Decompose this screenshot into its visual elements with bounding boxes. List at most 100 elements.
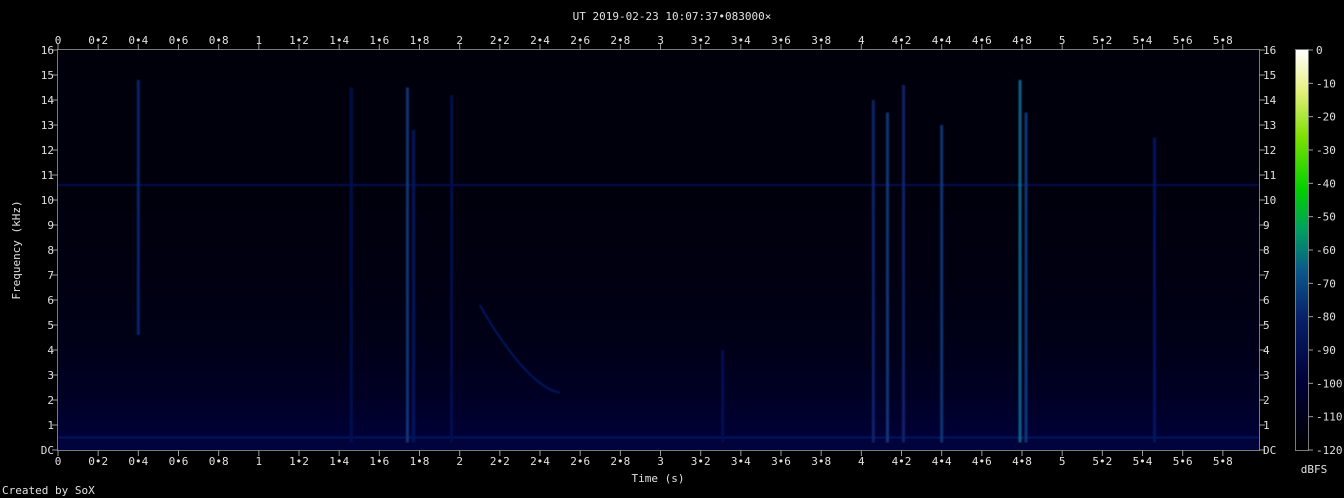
y-tick-label-left: 8 (47, 244, 54, 257)
y-tick-label-right: 2 (1263, 394, 1270, 407)
noise-band (58, 200, 1259, 210)
x-tick-label-top: 1•4 (329, 34, 349, 47)
x-tick-label-bottom: 4•2 (892, 455, 912, 468)
y-axis-left: DC12345678910111213141516 (41, 44, 58, 457)
x-tick-label-bottom: 0•4 (128, 455, 148, 468)
x-tick-label-bottom: 1•8 (410, 455, 430, 468)
y-tick-label-right: 5 (1263, 319, 1270, 332)
y-tick-label-right: 9 (1263, 219, 1270, 232)
x-tick-label-top: 0 (55, 34, 62, 47)
x-tick-label-top: 3•2 (691, 34, 711, 47)
noise-band (58, 320, 1259, 330)
y-tick-label-left: 10 (41, 194, 54, 207)
impulse-mark (721, 350, 725, 443)
impulse-mark (885, 112, 889, 443)
x-tick-label-bottom: 0•8 (209, 455, 229, 468)
x-tick-label-bottom: 5•4 (1133, 455, 1153, 468)
x-tick-label-bottom: 3•2 (691, 455, 711, 468)
noise-band (58, 340, 1259, 350)
y-tick-label-left: 16 (41, 44, 54, 57)
y-tick-label-left: 12 (41, 144, 54, 157)
impulse-mark (902, 85, 906, 443)
noise-band (58, 270, 1259, 280)
y-tick-label-right: 12 (1263, 144, 1276, 157)
y-tick-label-right: 3 (1263, 369, 1270, 382)
noise-band (58, 360, 1259, 370)
x-tick-label-bottom: 3•6 (771, 455, 791, 468)
impulse-mark (450, 95, 454, 443)
x-tick-label-top: 2 (456, 34, 463, 47)
colorbar-tick-label: -40 (1316, 177, 1336, 190)
impulse-mark (871, 100, 875, 443)
x-tick-label-top: 0•2 (88, 34, 108, 47)
y-tick-label-left: 5 (47, 319, 54, 332)
x-tick-label-top: 0•4 (128, 34, 148, 47)
noise-band (58, 120, 1259, 130)
impulse-mark (1024, 112, 1028, 443)
colorbar-tick-label: -20 (1316, 111, 1336, 124)
noise-band (58, 110, 1259, 120)
noise-band (58, 330, 1259, 340)
x-tick-label-bottom: 0•6 (169, 455, 189, 468)
noise-band (58, 130, 1259, 140)
y-tick-label-left: DC (41, 444, 54, 457)
x-tick-label-bottom: 3•8 (811, 455, 831, 468)
noise-band (58, 70, 1259, 80)
x-tick-label-bottom: 1•2 (289, 455, 309, 468)
x-axis-top: 0 0•2 0•4 0•6 0•8 1 1•2 1•4 1•6 1•8 2 2•2 2•4 2•6 2•8 3… (55, 34, 1233, 50)
x-tick-label-top: 3•6 (771, 34, 791, 47)
x-tick-label-bottom: 3 (657, 455, 664, 468)
x-tick-label-top: 0•6 (169, 34, 189, 47)
noise-band (58, 60, 1259, 70)
x-tick-label-top: 1•6 (369, 34, 389, 47)
x-tick-label-top: 2•6 (570, 34, 590, 47)
x-tick-label-top: 4•2 (892, 34, 912, 47)
y-tick-label-right: 8 (1263, 244, 1270, 257)
impulse-mark (940, 125, 944, 443)
x-tick-label-bottom: 4 (858, 455, 865, 468)
y-tick-label-left: 4 (47, 344, 54, 357)
y-tick-label-right: DC (1263, 444, 1276, 457)
x-tick-label-top: 4 (858, 34, 865, 47)
noise-band (58, 400, 1259, 410)
noise-band (58, 140, 1259, 150)
colorbar-tick-label: -50 (1316, 211, 1336, 224)
noise-band (58, 410, 1259, 420)
noise-background (58, 50, 1259, 450)
noise-band (58, 170, 1259, 180)
x-tick-label-top: 5•4 (1133, 34, 1153, 47)
noise-band (58, 290, 1259, 300)
x-tick-label-top: 4•6 (972, 34, 992, 47)
y-tick-label-right: 7 (1263, 269, 1270, 282)
y-tick-label-right: 15 (1263, 69, 1276, 82)
x-tick-label-top: 0•8 (209, 34, 229, 47)
colorbar-tick-label: -80 (1316, 311, 1336, 324)
x-tick-label-bottom: 3•4 (731, 455, 751, 468)
y-tick-label-right: 6 (1263, 294, 1270, 307)
x-axis-label: Time (s) (632, 472, 685, 485)
y-tick-label-right: 4 (1263, 344, 1270, 357)
noise-band (58, 210, 1259, 220)
credit-text: Created by SoX (2, 484, 95, 497)
x-axis-bottom: 0 0•2 0•4 0•6 0•8 1 1•2 1•4 1•6 1•8 2 2•2 2•4 2•6 2•8 3… (55, 450, 1233, 468)
impulse-mark (411, 130, 415, 443)
x-tick-label-bottom: 2•2 (490, 455, 510, 468)
colorbar (1296, 50, 1308, 450)
noise-band (58, 50, 1259, 60)
noise-band (58, 240, 1259, 250)
x-tick-label-bottom: 2•6 (570, 455, 590, 468)
y-tick-label-left: 13 (41, 119, 54, 132)
colorbar-tick-label: -90 (1316, 344, 1336, 357)
noise-band (58, 90, 1259, 100)
y-tick-label-left: 3 (47, 369, 54, 382)
y-tick-label-right: 13 (1263, 119, 1276, 132)
x-tick-label-bottom: 1 (256, 455, 263, 468)
noise-band (58, 310, 1259, 320)
noise-band (58, 250, 1259, 260)
x-tick-label-top: 1•8 (410, 34, 430, 47)
y-tick-label-left: 7 (47, 269, 54, 282)
impulse-mark (1018, 80, 1022, 443)
y-tick-label-right: 16 (1263, 44, 1276, 57)
x-tick-label-top: 5•2 (1092, 34, 1112, 47)
noise-band (58, 150, 1259, 160)
